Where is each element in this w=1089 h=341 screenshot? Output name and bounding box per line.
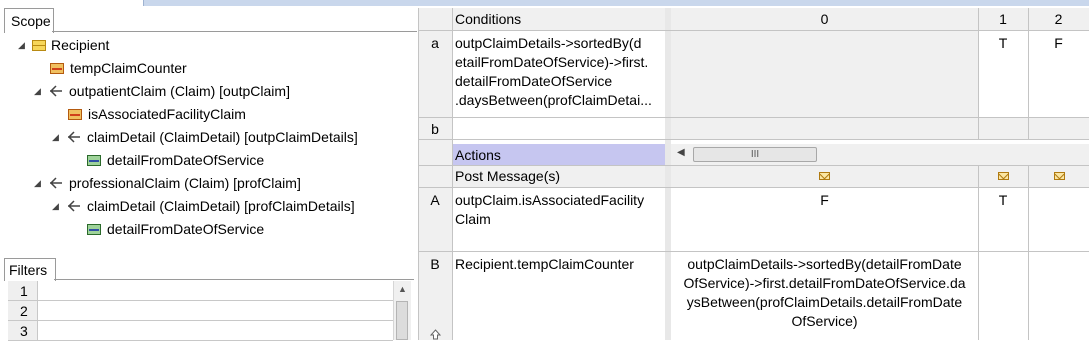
scroll-thumb[interactable]: III [693,147,817,162]
grid-line [1028,165,1029,340]
condition-id: b [431,121,439,137]
collapse-icon[interactable]: ◢ [52,201,62,211]
filter-row-cell[interactable] [38,301,393,321]
tree-item-professional-claim[interactable]: ◢ professionalClaim (Claim) [profClaim] [0,172,400,194]
editor-tab-strip [143,0,1089,6]
tree-item-label: Recipient [51,37,110,53]
scroll-thumb[interactable] [396,301,408,340]
scope-tree: ◢ Recipient tempClaimCounter ◢ outpatien… [0,32,417,256]
expression-line: detailFromDateOfService [455,73,613,89]
attribute-icon [68,109,82,120]
column-header-0[interactable]: 0 [671,10,978,29]
expression-line: outpClaimDetails->sortedBy(detailFromDat… [687,256,962,272]
post-message-row [671,165,1089,187]
tree-item-label: tempClaimCounter [70,60,187,76]
tree-item-outpatient-claim[interactable]: ◢ outpatientClaim (Claim) [outpClaim] [0,80,400,102]
action-expression[interactable]: outpClaim.isAssociatedFacility Claim [455,191,665,229]
collapse-icon[interactable]: ◢ [18,40,28,50]
association-icon [67,131,80,143]
message-icon[interactable] [1054,172,1065,180]
expression-line: etailFromDateOfService)->first. [455,54,649,70]
tree-item-claim-detail-outp[interactable]: ◢ claimDetail (ClaimDetail) [outpClaimDe… [0,126,400,148]
condition-expression[interactable]: outpClaimDetails->sortedBy(d etailFromDa… [455,34,665,110]
tree-item-label: outpatientClaim (Claim) [outpClaim] [69,83,290,99]
tree-item-claim-detail-prof[interactable]: ◢ claimDetail (ClaimDetail) [profClaimDe… [0,195,400,217]
table-horizontal-scrollbar[interactable]: ◀ III [671,144,1089,165]
column-header-2[interactable]: 2 [1028,10,1089,29]
grid-line [418,187,1089,188]
filters-tab-underline [54,279,414,280]
row-id-column [418,8,452,340]
tree-item-recipient[interactable]: ◢ Recipient [0,34,400,56]
grid-line [418,8,419,340]
expression-line: ysBetween(profClaimDetails.detailFromDat… [686,294,963,310]
tree-item-label: professionalClaim (Claim) [profClaim] [69,175,301,191]
condition-value-cell[interactable]: F [1028,34,1089,53]
scope-tab[interactable]: Scope [4,8,54,33]
actions-header-label: Actions [455,147,501,163]
collapse-icon[interactable]: ◢ [34,178,44,188]
expression-line: OfService) [791,313,858,329]
filter-row-number: 1 [8,281,38,301]
grid-line [418,251,1089,252]
action-value-cell[interactable]: F [671,191,978,210]
tree-item-detail-from-date-outp[interactable]: detailFromDateOfService [0,149,400,171]
condition-id: a [431,35,439,51]
collapse-icon[interactable]: ◢ [34,86,44,96]
condition-expression[interactable] [452,118,665,139]
tree-item-detail-from-date-prof[interactable]: detailFromDateOfService [0,218,400,240]
scope-tab-label: Scope [11,13,51,29]
grid-line [418,30,1089,31]
action-id: B [430,256,440,272]
tree-item-label: detailFromDateOfService [107,221,265,237]
grid-line [418,165,1089,166]
expression-line: OfService)->first.detailFromDateOfServic… [683,275,966,291]
association-icon [49,177,62,189]
top-strip [0,0,1089,6]
tree-item-label: claimDetail (ClaimDetail) [profClaimDeta… [87,198,355,214]
collapse-icon[interactable]: ◢ [52,132,62,142]
action-expression[interactable]: Recipient.tempClaimCounter [455,255,634,274]
tree-item-is-associated-facility-claim[interactable]: isAssociatedFacilityClaim [0,103,400,125]
tree-item-label: detailFromDateOfService [107,152,265,168]
filters-tab-label: Filters [9,262,48,278]
condition-value-cell[interactable]: T [978,34,1028,53]
scroll-left-icon[interactable]: ◀ [677,147,685,158]
grid-line [418,139,1089,140]
attribute-icon [87,155,101,166]
action-value-cell[interactable]: outpClaimDetails->sortedBy(detailFromDat… [671,255,978,331]
grid-line [452,8,453,340]
filter-row-number: 2 [8,301,38,321]
expression-line: Claim [455,211,491,227]
action-value-cell[interactable]: T [978,191,1028,210]
post-message-label: Post Message(s) [455,168,561,184]
message-icon[interactable] [819,172,830,180]
class-icon [32,40,46,51]
conditions-header: Conditions [455,11,522,27]
tree-item-temp-claim-counter[interactable]: tempClaimCounter [0,57,400,79]
move-up-icon[interactable] [430,329,441,340]
column-header-1[interactable]: 1 [978,10,1028,29]
tree-item-label: isAssociatedFacilityClaim [88,106,246,122]
association-icon [67,200,80,212]
tree-item-label: claimDetail (ClaimDetail) [outpClaimDeta… [87,129,358,145]
attribute-icon [87,224,101,235]
expression-line: .daysBetween(profClaimDetai... [455,92,652,108]
filters-grid: 1 2 3 [8,281,393,341]
filter-row-cell[interactable] [38,281,393,301]
filters-tab[interactable]: Filters [4,258,56,281]
condition-b-values-row[interactable] [671,117,1089,139]
action-id: A [430,192,440,208]
expression-line: outpClaimDetails->sortedBy(d [455,35,642,51]
message-icon[interactable] [998,172,1009,180]
filter-row-number: 3 [8,321,38,341]
scroll-up-icon[interactable]: ▲ [398,284,407,294]
expression-line: outpClaim.isAssociatedFacility [455,192,645,208]
filter-row-cell[interactable] [38,321,393,341]
association-icon [49,85,62,97]
attribute-icon [50,63,64,74]
filters-vertical-scrollbar[interactable]: ▲ [393,281,411,340]
